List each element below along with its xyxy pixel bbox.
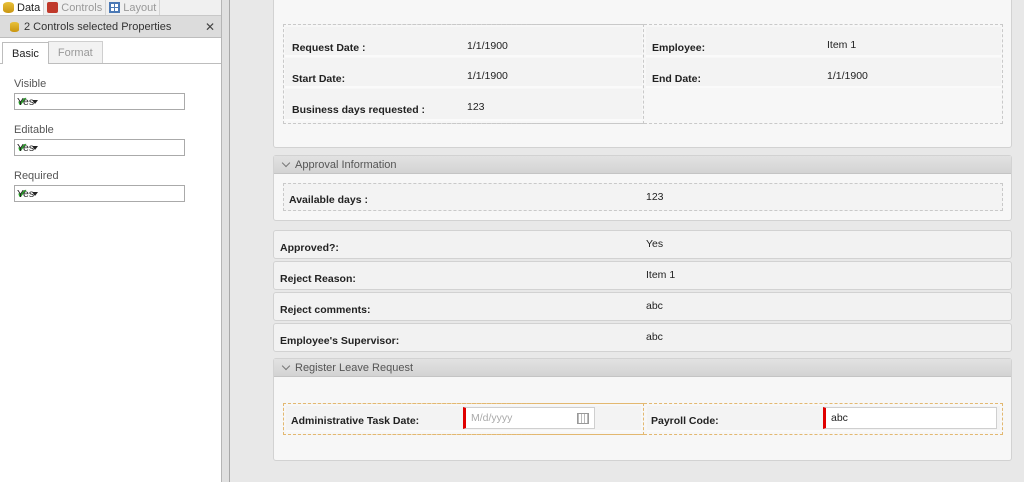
tab-data[interactable]: Data (0, 0, 45, 15)
available-days-label: Available days : (289, 194, 368, 206)
payroll-code-label: Payroll Code: (651, 415, 719, 427)
supervisor-label: Employee's Supervisor: (280, 335, 400, 347)
start-date-label: Start Date: (292, 73, 346, 85)
tab-controls[interactable]: Controls (44, 0, 107, 15)
payroll-code-value: abc (831, 412, 848, 424)
start-date-value: 1/1/1900 (467, 70, 508, 82)
admin-date-input[interactable]: M/d/yyyy (463, 407, 595, 429)
editable-label: Editable (14, 124, 54, 136)
tab-layout-label: Layout (123, 1, 157, 14)
row-approved: Approved?: Yes (273, 230, 1012, 259)
approval-header[interactable]: Approval Information (274, 156, 1011, 174)
reject-reason-label: Reject Reason: (280, 273, 356, 285)
visible-label: Visible (14, 78, 47, 90)
panel-tabs: Data Controls Layout (0, 0, 221, 16)
approved-value: Yes (646, 238, 664, 250)
tab-layout[interactable]: Layout (106, 0, 161, 15)
admin-date-label: Administrative Task Date: (291, 415, 420, 427)
calendar-icon[interactable] (577, 413, 589, 424)
register-section: Register Leave Request Administrative Ta… (273, 358, 1012, 461)
request-date-value: 1/1/1900 (467, 40, 508, 52)
chevron-down-icon (281, 158, 291, 168)
required-value: Yes (17, 187, 35, 200)
visible-value: Yes (17, 95, 35, 108)
request-section: Request Date : 1/1/1900 Start Date: 1/1/… (273, 0, 1012, 148)
editable-select[interactable]: ✔ Yes (14, 139, 185, 156)
toolbox-icon (47, 2, 59, 13)
close-icon[interactable]: ✕ (205, 20, 215, 34)
approved-label: Approved?: (280, 242, 339, 254)
payroll-code-input[interactable]: abc (823, 407, 997, 429)
chevron-down-icon (281, 361, 291, 371)
register-header[interactable]: Register Leave Request (274, 359, 1011, 377)
properties-title: 2 Controls selected Properties (24, 20, 172, 33)
divider (229, 0, 230, 482)
row-supervisor: Employee's Supervisor: abc (273, 323, 1012, 352)
database-icon (3, 2, 14, 13)
form-canvas: Request Date : 1/1/1900 Start Date: 1/1/… (260, 0, 1024, 482)
admin-date-placeholder: M/d/yyyy (471, 412, 513, 424)
tab-basic[interactable]: Basic (2, 42, 49, 64)
required-select[interactable]: ✔ Yes (14, 185, 185, 202)
request-date-label: Request Date : (292, 42, 366, 54)
row-reject-reason: Reject Reason: Item 1 (273, 261, 1012, 290)
tab-data-label: Data (17, 1, 41, 14)
properties-panel: Data Controls Layout 2 Controls selected… (0, 0, 222, 482)
available-days-value: 123 (646, 191, 664, 203)
register-title: Register Leave Request (295, 361, 414, 374)
business-days-value: 123 (467, 101, 485, 113)
supervisor-value: abc (646, 331, 663, 343)
properties-header: 2 Controls selected Properties ✕ (0, 16, 221, 38)
reject-comments-label: Reject comments: (280, 304, 371, 316)
employee-value: Item 1 (827, 39, 857, 51)
business-days-label: Business days requested : (292, 104, 426, 116)
reject-reason-value: Item 1 (646, 269, 676, 281)
visible-select[interactable]: ✔ Yes (14, 93, 185, 110)
grid-icon (109, 2, 121, 13)
tab-controls-label: Controls (61, 1, 103, 14)
end-date-value: 1/1/1900 (827, 70, 868, 82)
basic-properties: Visible ✔ Yes Editable ✔ Yes Required ✔ … (0, 78, 221, 202)
required-label: Required (14, 170, 59, 182)
editable-value: Yes (17, 141, 35, 154)
approval-section: Approval Information Available days : 12… (273, 155, 1012, 221)
employee-label: Employee: (652, 42, 706, 54)
reject-comments-value: abc (646, 300, 663, 312)
row-reject-comments: Reject comments: abc (273, 292, 1012, 321)
tab-format[interactable]: Format (47, 41, 103, 63)
properties-subtabs: Basic Format (0, 41, 221, 64)
approval-title: Approval Information (295, 158, 397, 171)
database-icon (10, 21, 19, 32)
row-available-days (283, 183, 1003, 211)
end-date-label: End Date: (652, 73, 702, 85)
